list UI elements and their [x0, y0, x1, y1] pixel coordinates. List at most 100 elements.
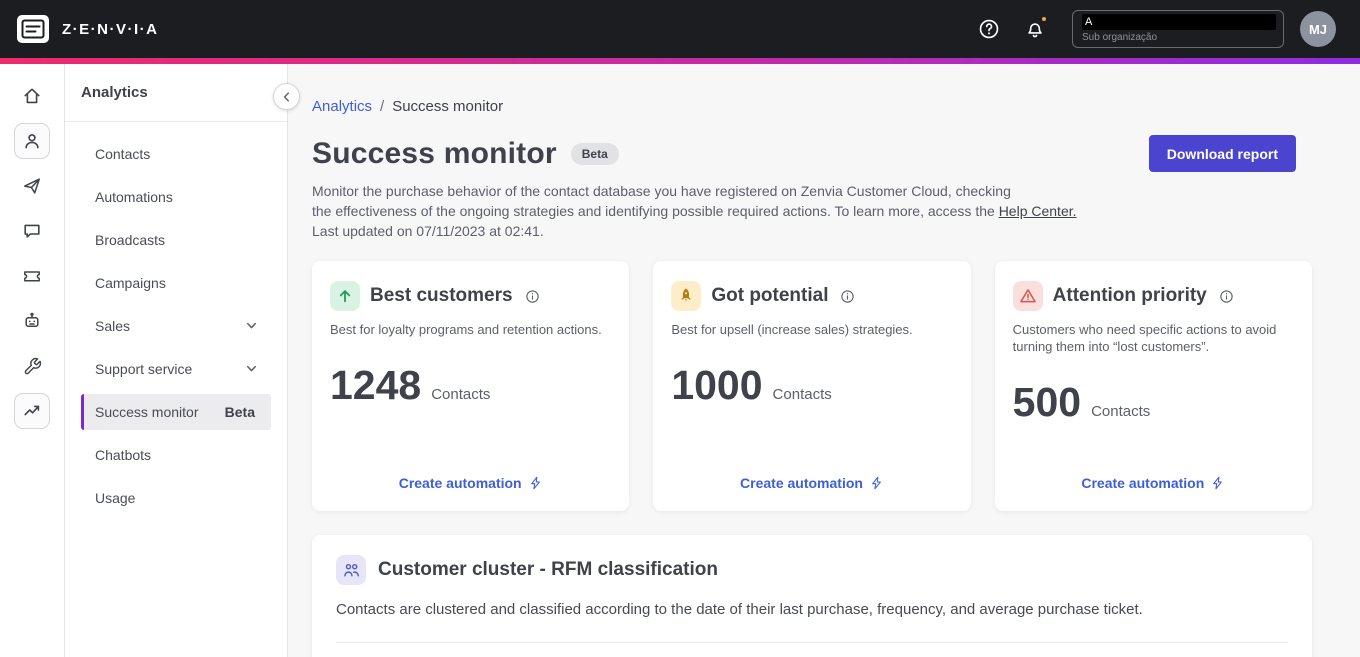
card-description: Best for upsell (increase sales) strateg… — [671, 322, 913, 337]
send-icon — [24, 178, 40, 194]
avatar[interactable]: MJ — [1300, 11, 1336, 47]
robot-icon — [25, 312, 39, 327]
download-report-button[interactable]: Download report — [1148, 135, 1296, 172]
summary-cards: Best customers Best for loyalty programs… — [312, 261, 1312, 511]
brand-name: Z·E·N·V·I·A — [62, 20, 159, 38]
description-line-2: the effectiveness of the ongoing strateg… — [312, 201, 1312, 221]
contacts-unit: Contacts — [1091, 403, 1151, 420]
sidebar-item-success-monitor[interactable]: Success monitor Beta — [81, 390, 271, 433]
rail-tickets-button[interactable] — [14, 258, 50, 294]
card-icon-wrap — [671, 281, 702, 311]
create-automation-link[interactable]: Create automation — [1081, 475, 1225, 491]
rail-contacts-button[interactable] — [14, 123, 50, 159]
org-selector[interactable]: A Sub organização — [1072, 10, 1284, 48]
breadcrumb: Analytics / Success monitor — [312, 98, 1312, 115]
lightning-icon — [872, 476, 881, 490]
warning-icon — [1019, 289, 1036, 303]
card-title: Attention priority — [1052, 285, 1207, 306]
sidebar: Analytics Contacts Automations Broadcast… — [65, 64, 300, 657]
topbar-actions: A Sub organização MJ — [974, 10, 1336, 48]
page-description: Monitor the purchase behavior of the con… — [312, 181, 1312, 241]
create-automation-label: Create automation — [1081, 475, 1205, 491]
help-button[interactable] — [974, 14, 1004, 44]
sidebar-header: Analytics — [65, 64, 287, 122]
description-line-2-text: the effectiveness of the ongoing strateg… — [312, 203, 999, 219]
contacts-unit: Contacts — [772, 386, 832, 403]
app-body: Analytics Contacts Automations Broadcast… — [0, 64, 1360, 657]
card-icon-wrap — [330, 281, 360, 311]
contacts-unit: Contacts — [431, 386, 491, 403]
create-automation-link[interactable]: Create automation — [740, 475, 884, 491]
create-automation-label: Create automation — [740, 475, 863, 491]
sidebar-item-label: Contacts — [95, 145, 151, 162]
card-attention-priority: Attention priority Customers who need sp… — [994, 261, 1312, 511]
zenvia-logo-icon — [17, 15, 49, 43]
page-title: Success monitor — [312, 136, 557, 170]
main-content: Analytics / Success monitor Success moni… — [288, 64, 1360, 657]
create-automation-link[interactable]: Create automation — [399, 475, 543, 491]
sidebar-item-campaigns[interactable]: Campaigns — [81, 261, 271, 304]
sidebar-item-label: Campaigns — [95, 274, 166, 291]
breadcrumb-analytics-link[interactable]: Analytics — [312, 98, 372, 115]
contacts-count: 1248 — [330, 362, 422, 408]
sidebar-item-label: Broadcasts — [95, 231, 166, 248]
notification-dot — [1040, 15, 1048, 23]
card-icon-wrap — [1012, 281, 1043, 311]
beta-badge: Beta — [570, 142, 619, 165]
rail-chatbots-button[interactable] — [14, 303, 50, 339]
breadcrumb-separator: / — [380, 98, 385, 115]
tools-icon — [24, 357, 41, 374]
last-updated: Last updated on 07/11/2023 at 02:41. — [312, 223, 544, 239]
breadcrumb-current: Success monitor — [392, 98, 504, 115]
notifications-button[interactable] — [1020, 14, 1050, 44]
org-name-partial: A — [1085, 16, 1093, 28]
card-got-potential: Got potential Best for upsell (increase … — [653, 261, 971, 511]
rail-home-button[interactable] — [14, 78, 50, 114]
contacts-count: 500 — [1012, 379, 1082, 425]
sidebar-item-contacts[interactable]: Contacts — [81, 132, 271, 175]
description-line-1: Monitor the purchase behavior of the con… — [312, 183, 1011, 199]
org-sub-label: Sub organização — [1082, 32, 1158, 43]
lightning-icon — [1213, 476, 1223, 490]
sidebar-item-sales[interactable]: Sales — [81, 304, 271, 347]
sidebar-item-label: Support service — [95, 360, 193, 377]
rail-analytics-button[interactable] — [14, 393, 50, 429]
sidebar-title: Analytics — [81, 84, 148, 101]
info-icon[interactable] — [1219, 289, 1234, 304]
brand[interactable]: Z·E·N·V·I·A — [16, 14, 158, 44]
ticket-icon — [24, 271, 40, 282]
sidebar-item-automations[interactable]: Automations — [81, 175, 271, 218]
chevron-down-icon — [247, 365, 256, 372]
beta-label: Beta — [224, 403, 255, 420]
rocket-icon — [681, 288, 692, 302]
sidebar-item-support-service[interactable]: Support service — [81, 347, 271, 390]
sidebar-nav: Contacts Automations Broadcasts Campaign… — [65, 132, 287, 519]
sidebar-collapse-button[interactable] — [273, 83, 300, 110]
cluster-divider — [336, 642, 1288, 643]
org-name-redacted: A — [1082, 14, 1276, 30]
rail-tools-button[interactable] — [14, 348, 50, 384]
card-best-customers: Best customers Best for loyalty programs… — [312, 261, 630, 511]
card-description: Best for loyalty programs and retention … — [330, 322, 602, 337]
card-title: Got potential — [711, 285, 829, 306]
sidebar-item-usage[interactable]: Usage — [81, 476, 271, 519]
card-description: Customers who need specific actions to a… — [1012, 322, 1277, 354]
card-title: Best customers — [370, 285, 513, 306]
sidebar-item-label: Sales — [95, 317, 131, 334]
info-icon[interactable] — [840, 289, 855, 304]
rail-conversations-button[interactable] — [14, 213, 50, 249]
sidebar-item-broadcasts[interactable]: Broadcasts — [81, 218, 271, 261]
chart-icon — [24, 405, 40, 416]
icon-rail — [0, 64, 65, 657]
sidebar-item-chatbots[interactable]: Chatbots — [81, 433, 271, 476]
home-icon — [24, 88, 40, 104]
rail-broadcasts-button[interactable] — [14, 168, 50, 204]
page-header: Success monitor Beta Download report — [312, 135, 1312, 172]
lightning-icon — [530, 476, 540, 490]
chat-icon — [24, 224, 40, 238]
cluster-title: Customer cluster - RFM classification — [378, 559, 718, 580]
help-center-link[interactable]: Help Center. — [999, 203, 1077, 219]
info-icon[interactable] — [525, 289, 540, 304]
sidebar-item-label: Chatbots — [95, 446, 152, 463]
contacts-count: 1000 — [671, 362, 763, 408]
